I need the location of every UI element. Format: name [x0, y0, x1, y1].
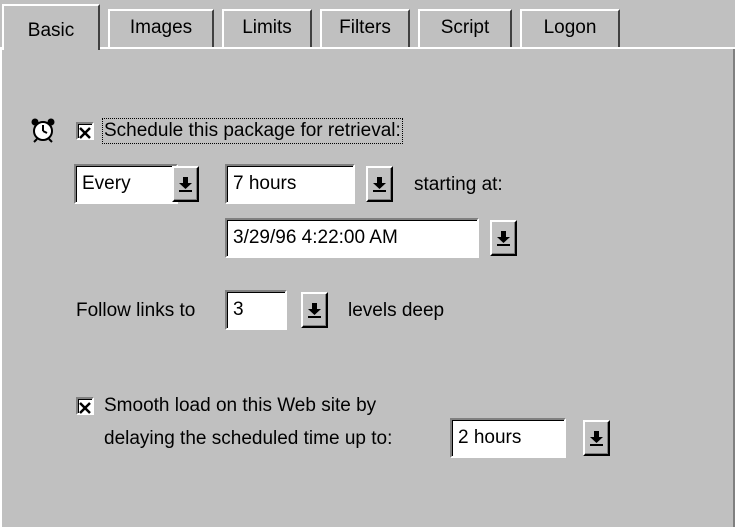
- panel-left-border: [0, 47, 2, 527]
- tab-images-label: Images: [129, 17, 193, 38]
- tab-filters[interactable]: Filters: [320, 9, 410, 47]
- dropdown-arrow-icon: [373, 177, 386, 192]
- tab-strip: Basic Images Limits Filters Script Logon: [0, 0, 735, 50]
- tab-logon-label: Logon: [543, 17, 597, 38]
- start-datetime-dropdown-button[interactable]: [490, 220, 517, 256]
- tab-basic-label: Basic: [27, 20, 75, 41]
- schedule-checkbox[interactable]: [76, 122, 94, 140]
- tab-script-label: Script: [440, 17, 490, 38]
- dropdown-arrow-icon: [590, 431, 603, 446]
- levels-deep-label: levels deep: [348, 300, 445, 321]
- smooth-load-checkbox[interactable]: [76, 397, 94, 415]
- dropdown-arrow-icon: [497, 231, 510, 246]
- start-datetime-field[interactable]: 3/29/96 4:22:00 AM: [225, 218, 479, 258]
- smooth-load-label-line1: Smooth load on this Web site by: [104, 395, 377, 416]
- tab-script[interactable]: Script: [418, 9, 512, 47]
- delay-dropdown-button[interactable]: [583, 420, 610, 456]
- link-depth-field[interactable]: 3: [225, 290, 287, 330]
- starting-at-label: starting at:: [414, 174, 503, 195]
- smooth-load-label-line2: delaying the scheduled time up to:: [104, 428, 393, 449]
- delay-select[interactable]: 2 hours: [450, 418, 566, 458]
- schedule-label[interactable]: Schedule this package for retrieval:: [102, 118, 403, 144]
- checkmark-x-icon: [79, 127, 91, 139]
- tab-strip-underline: [0, 47, 735, 49]
- dropdown-arrow-icon: [308, 303, 321, 318]
- link-depth-dropdown-button[interactable]: [301, 292, 328, 328]
- dropdown-arrow-icon: [179, 177, 192, 192]
- checkmark-x-icon: [79, 402, 91, 414]
- tab-logon[interactable]: Logon: [520, 9, 620, 47]
- alarm-clock-icon: [30, 117, 56, 143]
- tab-limits-label: Limits: [242, 17, 292, 38]
- follow-links-label: Follow links to: [76, 300, 196, 321]
- tab-filters-label: Filters: [339, 17, 391, 38]
- tab-limits[interactable]: Limits: [222, 9, 312, 47]
- tab-basic[interactable]: Basic: [2, 4, 100, 50]
- frequency-select[interactable]: Every: [74, 164, 178, 204]
- interval-dropdown-button[interactable]: [366, 166, 393, 202]
- frequency-dropdown-button[interactable]: [172, 166, 199, 202]
- tab-images[interactable]: Images: [108, 9, 214, 47]
- interval-select[interactable]: 7 hours: [225, 164, 355, 204]
